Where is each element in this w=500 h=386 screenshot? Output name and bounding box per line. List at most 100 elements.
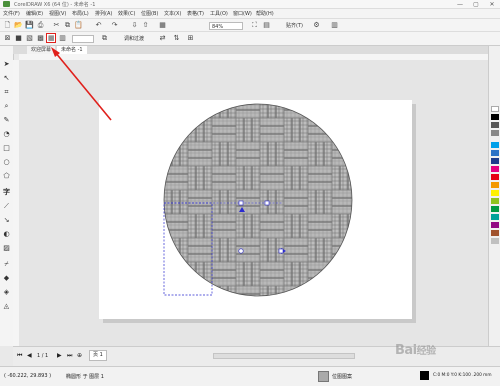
swatch-purple[interactable]	[491, 222, 499, 228]
transform-icon[interactable]: ⇄	[158, 34, 167, 43]
textured-ellipse[interactable]	[163, 103, 353, 297]
swatch-magenta[interactable]	[491, 166, 499, 172]
menu-window[interactable]: 窗口(W)	[233, 10, 252, 17]
document-page[interactable]	[99, 100, 412, 319]
swatch-blue[interactable]	[491, 150, 499, 156]
zoom-tool-icon[interactable]: ⌕	[2, 102, 11, 111]
cut-icon[interactable]: ✂	[52, 21, 61, 30]
title-bar: CorelDRAW X6 (64 位) - 未命名 -1 — ▢ ✕	[0, 0, 500, 9]
swatch-cyan[interactable]	[491, 142, 499, 148]
parallel-dimension-icon[interactable]: ⟋	[2, 202, 11, 211]
shape-tool-icon[interactable]: ↖	[2, 74, 11, 83]
menu-tools[interactable]: 工具(O)	[210, 10, 228, 17]
fill-handle-top-right[interactable]	[264, 200, 270, 206]
menu-file[interactable]: 文件(F)	[3, 10, 20, 17]
app-logo-icon	[3, 1, 10, 7]
save-icon[interactable]: 💾	[25, 21, 34, 30]
cursor-coordinates: ( -60.222, 29.893 )	[4, 373, 52, 379]
rectangle-tool-icon[interactable]: □	[2, 144, 11, 153]
menu-help[interactable]: 帮助(H)	[256, 10, 274, 17]
swatch-brown[interactable]	[491, 230, 499, 236]
print-icon[interactable]: ⎙	[36, 21, 45, 30]
pattern-fill-icon[interactable]: ▩	[36, 34, 45, 43]
zoom-level-select[interactable]: 84%	[209, 22, 243, 30]
open-icon[interactable]: 📂	[14, 21, 23, 30]
snap-to-menu[interactable]: 贴齐(T)	[284, 22, 312, 30]
text-tool-icon[interactable]: 字	[2, 188, 11, 197]
last-page-icon[interactable]: ⏭	[67, 352, 72, 360]
minimize-button[interactable]: —	[452, 0, 468, 9]
copy-icon[interactable]: ⧉	[63, 21, 72, 30]
menu-table[interactable]: 表格(T)	[187, 10, 204, 17]
maximize-button[interactable]: ▢	[468, 0, 484, 9]
options-gear-icon[interactable]: ⚙	[312, 21, 321, 30]
fill-handle-right[interactable]	[278, 248, 284, 254]
transparency-tool-icon[interactable]: ▨	[2, 244, 11, 253]
pick-tool-icon[interactable]: ➤	[2, 60, 11, 69]
copy-fill-icon[interactable]: ⧉	[100, 34, 109, 43]
tile-icon[interactable]: ⊞	[186, 34, 195, 43]
swatch-silver[interactable]	[491, 238, 499, 244]
postscript-fill-icon[interactable]: ▥	[58, 34, 67, 43]
polygon-tool-icon[interactable]: ⬠	[2, 172, 11, 181]
horizontal-scrollbar[interactable]	[213, 353, 355, 359]
texture-fill-button[interactable]: ▦	[46, 33, 56, 43]
swatch-white[interactable]	[491, 106, 499, 112]
swatch-dark-gray[interactable]	[491, 122, 499, 128]
first-page-icon[interactable]: ⏮	[17, 352, 22, 360]
swatch-red[interactable]	[491, 174, 499, 180]
swatch-gray[interactable]	[491, 130, 499, 136]
uniform-fill-icon[interactable]: ■	[14, 34, 23, 43]
next-page-icon[interactable]: ▶	[57, 352, 62, 359]
fill-handle-top[interactable]	[238, 200, 244, 206]
full-screen-icon[interactable]: ⛶	[250, 21, 259, 30]
mirror-icon[interactable]: ⇅	[172, 34, 181, 43]
publish-pdf-icon[interactable]: ▦	[158, 21, 167, 30]
smart-fill-icon[interactable]: ◔	[2, 130, 11, 139]
close-button[interactable]: ✕	[484, 0, 500, 9]
blend-tool-icon[interactable]: ◐	[2, 230, 11, 239]
no-fill-icon[interactable]: ⊠	[3, 34, 12, 43]
swatch-teal[interactable]	[491, 214, 499, 220]
menu-bitmaps[interactable]: 位图(B)	[141, 10, 158, 17]
ellipse-tool-icon[interactable]: ○	[2, 158, 11, 167]
tab-welcome-screen[interactable]: 欢迎屏幕	[27, 46, 56, 54]
import-icon[interactable]: ⇩	[130, 21, 139, 30]
eyedropper-tool-icon[interactable]: ⌿	[2, 260, 11, 269]
menu-text[interactable]: 文本(X)	[164, 10, 181, 17]
add-page-icon[interactable]: ⊕	[77, 352, 82, 359]
fill-tool-icon[interactable]: ◈	[2, 288, 11, 297]
export-icon[interactable]: ⇧	[141, 21, 150, 30]
fountain-fill-icon[interactable]: ▧	[25, 34, 34, 43]
swatch-lime[interactable]	[491, 198, 499, 204]
paste-icon[interactable]: 📋	[74, 21, 83, 30]
fill-center-handle[interactable]	[238, 248, 244, 254]
tab-document[interactable]: 未命名 -1	[57, 46, 87, 54]
redo-icon[interactable]: ↷	[110, 21, 119, 30]
swatch-green[interactable]	[491, 206, 499, 212]
drawing-canvas[interactable]	[19, 60, 488, 346]
new-document-icon[interactable]: 🗋	[3, 21, 12, 30]
launcher-icon[interactable]: ▥	[330, 21, 339, 30]
prev-page-icon[interactable]: ◀	[27, 352, 32, 359]
texture-swatch-select[interactable]	[72, 35, 94, 43]
menu-edit[interactable]: 编辑(E)	[26, 10, 43, 17]
guidelines-icon[interactable]: ▤	[262, 21, 271, 30]
outline-pen-icon[interactable]: ◆	[2, 274, 11, 283]
menu-layout[interactable]: 布局(L)	[72, 10, 89, 17]
crop-tool-icon[interactable]: ⌗	[2, 88, 11, 97]
freehand-tool-icon[interactable]: ✎	[2, 116, 11, 125]
menu-view[interactable]: 视图(V)	[49, 10, 66, 17]
menu-arrange[interactable]: 排列(A)	[95, 10, 112, 17]
swatch-black[interactable]	[491, 114, 499, 120]
swatch-yellow[interactable]	[491, 190, 499, 196]
edit-fill-label[interactable]: 调和过渡	[122, 35, 152, 43]
swatch-navy[interactable]	[491, 158, 499, 164]
interactive-fill-icon[interactable]: ◬	[2, 302, 11, 311]
connector-tool-icon[interactable]: ↘	[2, 216, 11, 225]
page-tab[interactable]: 页 1	[89, 350, 107, 361]
swatch-orange[interactable]	[491, 182, 499, 188]
ellipse-artwork[interactable]	[99, 100, 412, 319]
menu-effects[interactable]: 效果(C)	[118, 10, 135, 17]
undo-icon[interactable]: ↶	[94, 21, 103, 30]
